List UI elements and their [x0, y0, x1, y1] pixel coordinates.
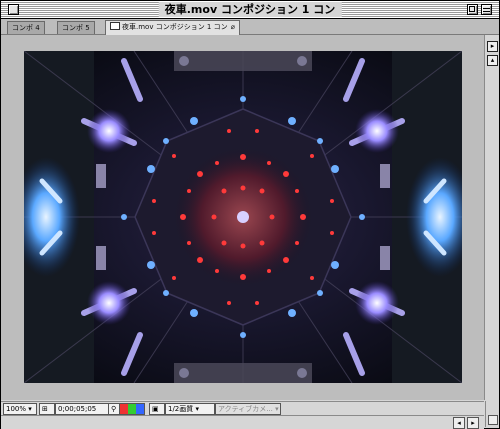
tab-comp-4[interactable]: コンポ 4 [7, 21, 45, 34]
zoom-select[interactable]: 100% ▾ [3, 403, 37, 415]
video-frame [24, 51, 462, 383]
region-of-interest-icon[interactable]: ▣ [149, 403, 165, 415]
viewer-controls: 100% ▾ ⊞ 0;00;05;05 ⚲ ▣ 1/2画質 ▾ アクティブカメ.… [1, 401, 484, 415]
scroll-up-icon[interactable]: ▴ [487, 55, 498, 66]
title-bar[interactable]: 夜車.mov コンポジション 1 コン [1, 1, 499, 19]
close-box[interactable] [8, 4, 19, 15]
camera-select[interactable]: アクティブカメ... ▾ [215, 403, 281, 415]
scroll-right-icon[interactable]: ▸ [467, 417, 479, 429]
tab-label: コンポ 4 [12, 24, 40, 32]
resize-area [485, 401, 499, 427]
window-title: 夜車.mov コンポジション 1 コン [158, 2, 342, 17]
composition-viewer[interactable] [1, 35, 484, 400]
kaleidoscope-image [24, 51, 462, 383]
composition-icon [110, 22, 120, 30]
resolution-select[interactable]: 1/2画質 ▾ [165, 403, 215, 415]
tab-label: 夜車.mov コンポジション 1 コン [122, 23, 228, 31]
scroll-left-icon[interactable]: ◂ [453, 417, 465, 429]
tab-night-car-comp[interactable]: 夜車.mov コンポジション 1 コン ⌀ [105, 20, 240, 35]
side-strip: ▸ ▴ [484, 35, 499, 400]
resize-handle-icon[interactable] [488, 415, 498, 425]
zoom-box[interactable] [467, 4, 478, 15]
collapse-box[interactable] [481, 4, 492, 15]
window-menu-icon[interactable]: ▸ [487, 41, 498, 52]
current-time-field[interactable]: 0;00;05;05 [55, 403, 109, 415]
tab-comp-5[interactable]: コンポ 5 [57, 21, 95, 34]
composition-window: 夜車.mov コンポジション 1 コン コンポ 4 コンポ 5 夜車.mov コ… [0, 0, 500, 429]
horizontal-scrollbar[interactable]: ◂ ▸ [1, 415, 484, 429]
tab-close-icon[interactable]: ⌀ [231, 21, 235, 33]
tab-bar: コンポ 4 コンポ 5 夜車.mov コンポジション 1 コン ⌀ [1, 19, 499, 35]
tab-label: コンポ 5 [62, 24, 90, 32]
channels-icon[interactable] [119, 403, 145, 415]
title-safe-icon[interactable]: ⊞ [39, 403, 55, 415]
